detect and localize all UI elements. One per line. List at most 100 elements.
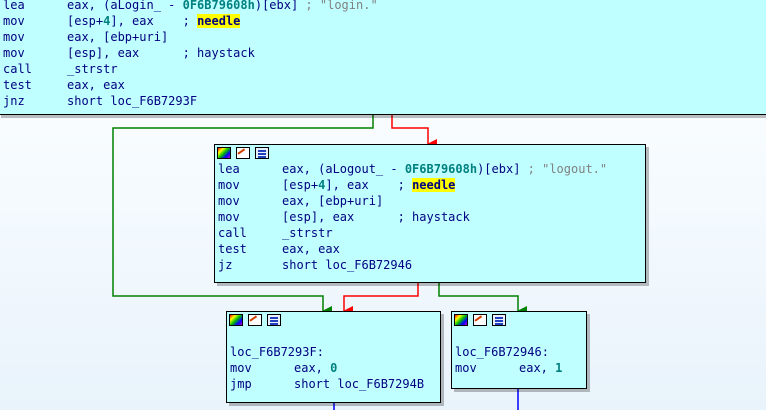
- asm-line[interactable]: mov [esp+4], eax ; needle: [3, 13, 766, 29]
- color-palette-icon[interactable]: [454, 314, 468, 326]
- color-palette-icon[interactable]: [217, 147, 231, 159]
- operands[interactable]: _strstr: [67, 61, 118, 77]
- operand-text: [esp+: [282, 178, 319, 192]
- block-right-code: loc_F6B72946: mov eax, 1: [452, 328, 586, 376]
- block-logout[interactable]: lea eax, (aLogout_ - 0F6B79608h)[ebx] ; "…: [214, 144, 646, 283]
- block-left[interactable]: loc_F6B7293F: mov eax, 0 jmp short loc_F6B72…: [226, 311, 441, 403]
- asm-line[interactable]: jz short loc_F6B72946: [218, 257, 645, 273]
- operand-text: )[ebx]: [254, 0, 299, 12]
- operands[interactable]: eax, [ebp+uri]: [282, 193, 383, 209]
- mnemonic: mov: [3, 30, 25, 44]
- asm-line[interactable]: loc_F6B7293F:: [230, 344, 440, 360]
- asm-line[interactable]: mov eax, [ebp+uri]: [218, 193, 645, 209]
- mnemonic: lea: [3, 0, 25, 12]
- block-left-code: loc_F6B7293F: mov eax, 0 jmp short loc_F6B72…: [227, 328, 440, 392]
- mnemonic: mov: [3, 14, 25, 28]
- mnemonic: mov: [218, 194, 240, 208]
- operands[interactable]: [esp+4], eax ; needle: [67, 13, 241, 29]
- operands[interactable]: eax, (aLogout_ - 0F6B79608h)[ebx] ; "log…: [282, 161, 607, 177]
- operands[interactable]: short loc_F6B7294B: [294, 376, 424, 392]
- edit-icon[interactable]: [236, 147, 250, 159]
- block-right[interactable]: loc_F6B72946: mov eax, 1: [451, 311, 587, 389]
- mnemonic: mov: [218, 178, 240, 192]
- block-top[interactable]: lea eax, (aLogin_ - 0F6B79608h)[ebx] ; "l…: [0, 0, 766, 115]
- asm-line[interactable]: [455, 328, 586, 344]
- operands[interactable]: eax, 1: [519, 360, 562, 376]
- graph-view-icon[interactable]: [492, 314, 506, 326]
- mnemonic: lea: [218, 162, 240, 176]
- graph-view-icon[interactable]: [267, 314, 281, 326]
- operands[interactable]: short loc_F6B72946: [282, 257, 412, 273]
- asm-line[interactable]: call _strstr: [218, 225, 645, 241]
- operand-text: eax, (aLogout_ -: [282, 162, 405, 176]
- operand-number: 0F6B79608h: [182, 0, 255, 12]
- block-left-header: [227, 312, 440, 328]
- asm-line[interactable]: call _strstr: [3, 61, 766, 77]
- highlighted-comment: needle: [197, 14, 241, 28]
- asm-line[interactable]: mov [esp], eax ; haystack: [218, 209, 645, 225]
- asm-line[interactable]: lea eax, (aLogout_ - 0F6B79608h)[ebx] ; "…: [218, 161, 645, 177]
- operands[interactable]: _strstr: [282, 225, 333, 241]
- location-label[interactable]: loc_F6B7293F:: [230, 344, 324, 360]
- operand-text: _strstr: [67, 62, 118, 76]
- operand-text: [esp], eax ; haystack: [67, 46, 255, 60]
- operands[interactable]: eax, (aLogin_ - 0F6B79608h)[ebx] ; "logi…: [67, 0, 378, 13]
- operand-text: ]: [160, 30, 169, 44]
- operand-text: eax, eax: [282, 242, 340, 256]
- operands[interactable]: eax, 0: [294, 360, 337, 376]
- operands[interactable]: eax, eax: [282, 241, 340, 257]
- mnemonic: mov: [230, 361, 252, 375]
- highlighted-comment: needle: [412, 178, 456, 192]
- mnemonic: jnz: [3, 94, 25, 108]
- mnemonic: test: [218, 242, 247, 256]
- operands[interactable]: [esp], eax ; haystack: [282, 209, 470, 225]
- mnemonic: mov: [218, 210, 240, 224]
- asm-line[interactable]: jnz short loc_F6B7293F: [3, 93, 766, 109]
- operand-text: )[ebx]: [477, 162, 521, 176]
- asm-line[interactable]: loc_F6B72946:: [455, 344, 586, 360]
- operands[interactable]: [esp], eax ; haystack: [67, 45, 255, 61]
- mnemonic: test: [3, 78, 32, 92]
- operand-number: 0: [330, 361, 338, 375]
- string-comment: ; "login.": [298, 0, 378, 12]
- operand-number: 1: [555, 361, 563, 375]
- edge-logout-to-left-false: [343, 282, 419, 316]
- graph-view-icon[interactable]: [255, 147, 269, 159]
- asm-line[interactable]: mov eax, 1: [455, 360, 586, 376]
- operand-text: eax, eax: [67, 78, 125, 92]
- mnemonic: jmp: [230, 377, 252, 391]
- block-logout-code: lea eax, (aLogout_ - 0F6B79608h)[ebx] ; "…: [215, 161, 645, 273]
- operand-text: short loc_F6B7294B: [294, 377, 425, 391]
- asm-line[interactable]: mov [esp], eax ; haystack: [3, 45, 766, 61]
- operand-text: [esp+: [67, 14, 104, 28]
- operand-text: ], eax ;: [325, 178, 413, 192]
- operand-symbol: uri: [354, 194, 376, 208]
- asm-line[interactable]: mov eax, [ebp+uri]: [3, 29, 766, 45]
- operands[interactable]: eax, eax: [67, 77, 125, 93]
- operand-symbol: uri: [139, 30, 161, 44]
- operands[interactable]: [esp+4], eax ; needle: [282, 177, 456, 193]
- operands[interactable]: short loc_F6B7293F: [67, 93, 197, 109]
- asm-line[interactable]: mov eax, 0: [230, 360, 440, 376]
- block-right-header: [452, 312, 586, 328]
- mnemonic: mov: [3, 46, 25, 60]
- operand-text: [esp], eax ; haystack: [282, 210, 470, 224]
- edit-icon[interactable]: [248, 314, 262, 326]
- operand-text: _strstr: [282, 226, 333, 240]
- mnemonic: jz: [218, 258, 233, 272]
- operand-text: eax,: [519, 361, 556, 375]
- asm-line[interactable]: test eax, eax: [3, 77, 766, 93]
- color-palette-icon[interactable]: [229, 314, 243, 326]
- asm-line[interactable]: test eax, eax: [218, 241, 645, 257]
- mnemonic: call: [3, 62, 32, 76]
- operand-number: 0F6B79608h: [404, 162, 478, 176]
- asm-line[interactable]: jmp short loc_F6B7294B: [230, 376, 440, 392]
- asm-line[interactable]: lea eax, (aLogin_ - 0F6B79608h)[ebx] ; "l…: [3, 0, 766, 13]
- block-logout-header: [215, 145, 645, 161]
- location-label[interactable]: loc_F6B72946:: [455, 344, 549, 360]
- edit-icon[interactable]: [473, 314, 487, 326]
- asm-line[interactable]: mov [esp+4], eax ; needle: [218, 177, 645, 193]
- asm-line[interactable]: [230, 328, 440, 344]
- operands[interactable]: eax, [ebp+uri]: [67, 29, 168, 45]
- operand-text: short loc_F6B7293F: [67, 94, 198, 108]
